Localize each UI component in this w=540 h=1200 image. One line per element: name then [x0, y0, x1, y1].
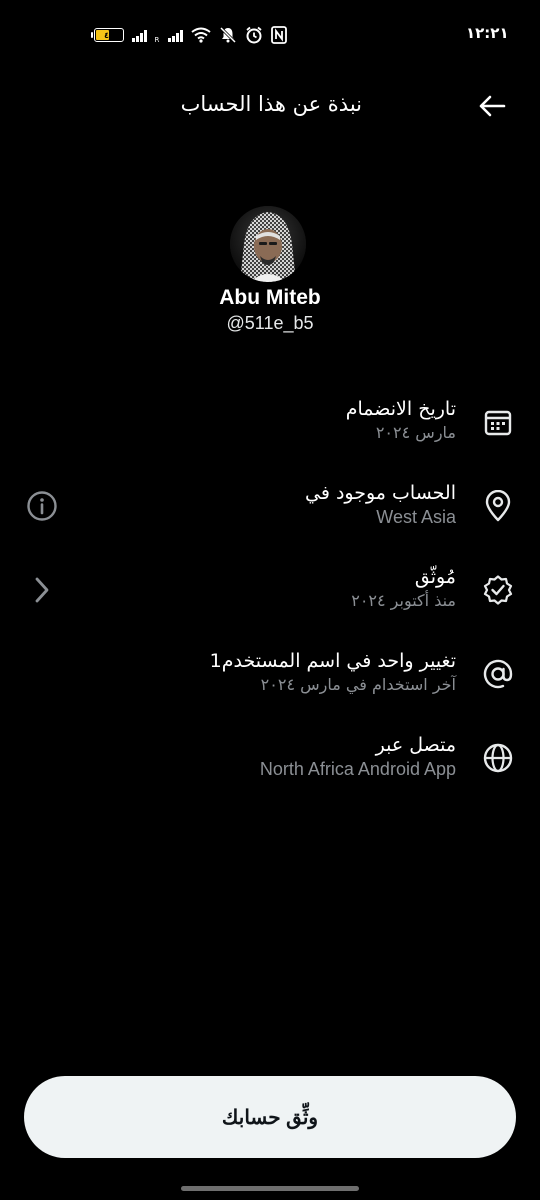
verify-account-button[interactable]: وثِّق حسابك	[24, 1076, 516, 1158]
row-title: متصل عبر	[375, 734, 456, 756]
info-row-joined: تاريخ الانضمام مارس ٢٠٢٤	[0, 394, 540, 458]
status-icons: ٤٦ R	[91, 26, 287, 44]
verified-badge-icon	[483, 575, 513, 605]
back-button[interactable]	[470, 90, 514, 122]
row-title: تغيير واحد في اسم المستخدم1	[209, 650, 456, 672]
row-title: تاريخ الانضمام	[345, 398, 456, 420]
row-subtitle: منذ أكتوبر ٢٠٢٤	[351, 591, 456, 610]
location-pin-icon	[485, 490, 511, 522]
signal-icon	[132, 29, 147, 42]
globe-icon	[483, 743, 513, 773]
alarm-icon	[246, 26, 262, 44]
avatar[interactable]	[230, 206, 306, 282]
chevron-right-icon	[35, 577, 49, 603]
row-title: مُوثّق	[414, 566, 456, 588]
roaming-signal-icon	[168, 29, 183, 42]
info-row-location: الحساب موجود في West Asia	[0, 478, 540, 542]
home-indicator[interactable]	[181, 1186, 359, 1191]
row-icon	[480, 404, 516, 440]
calendar-icon	[484, 410, 512, 436]
status-bar: ٤٦ R ١٢:٢١	[0, 0, 540, 70]
row-subtitle: West Asia	[376, 507, 456, 527]
top-bar: نبذة عن هذا الحساب	[0, 80, 540, 132]
row-subtitle: مارس ٢٠٢٤	[375, 423, 456, 442]
row-icon	[480, 488, 516, 524]
display-name: Abu Miteb	[219, 286, 321, 309]
wifi-icon	[191, 27, 211, 43]
info-row-verified[interactable]: مُوثّق منذ أكتوبر ٢٠٢٤	[0, 562, 540, 626]
info-circle-icon	[27, 491, 57, 521]
row-subtitle: آخر استخدام في مارس ٢٠٢٤	[260, 675, 456, 694]
row-icon	[480, 740, 516, 776]
status-time: ١٢:٢١	[466, 24, 509, 42]
arrow-left-icon	[479, 95, 506, 117]
battery-icon: ٤٦	[91, 28, 124, 42]
row-title: الحساب موجود في	[305, 482, 456, 504]
roaming-label: R	[154, 36, 160, 44]
verify-account-label: وثِّق حسابك	[221, 1106, 319, 1129]
row-icon	[480, 572, 516, 608]
page-title: نبذة عن هذا الحساب	[180, 92, 362, 116]
battery-level: ٤٦	[104, 30, 114, 40]
row-icon	[480, 656, 516, 692]
info-row-connected-via: متصل عبر North Africa Android App	[0, 730, 540, 794]
mute-icon	[219, 26, 236, 44]
at-sign-icon	[483, 659, 513, 689]
info-row-username-changes: تغيير واحد في اسم المستخدم1 آخر استخدام …	[0, 646, 540, 710]
avatar-image	[230, 206, 306, 282]
nfc-icon	[270, 26, 287, 44]
row-subtitle: North Africa Android App	[259, 759, 456, 779]
username-handle: @511e_b5	[226, 313, 314, 333]
